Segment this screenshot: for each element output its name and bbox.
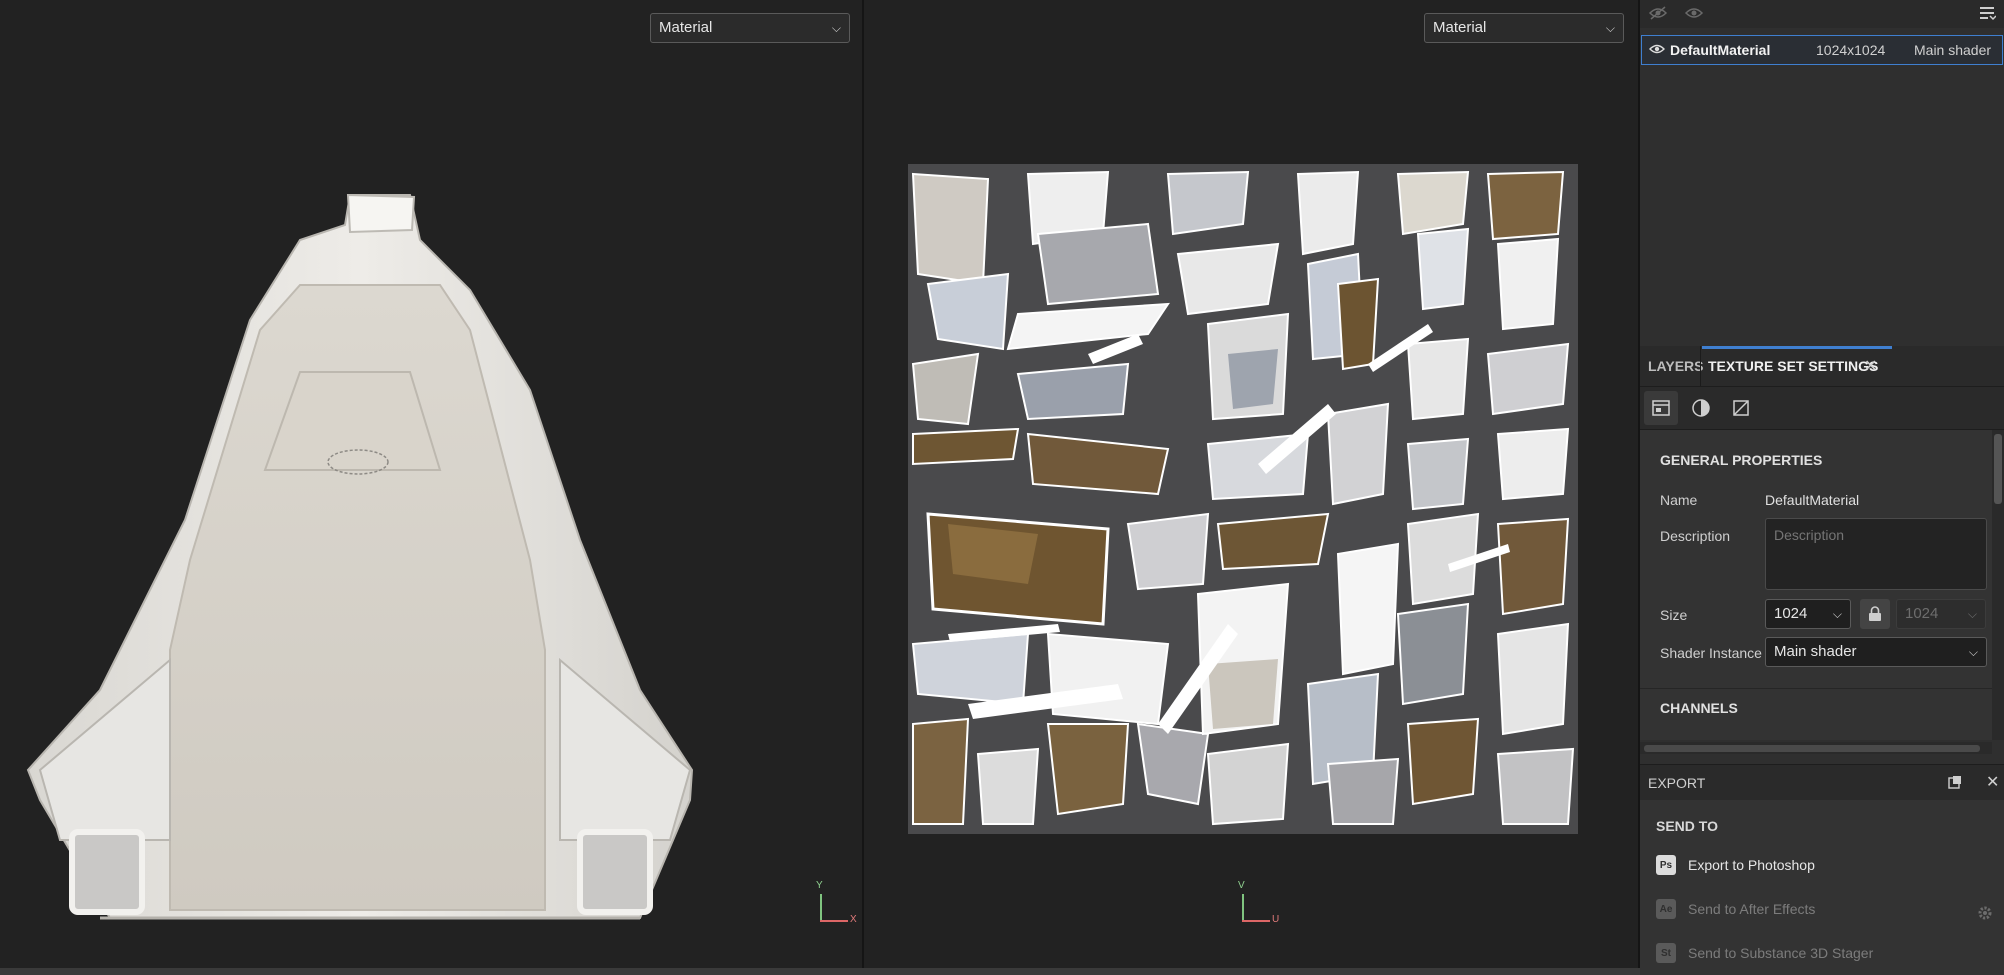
send-to-stager-item[interactable]: St Send to Substance 3D Stager bbox=[1654, 938, 1984, 968]
description-label: Description bbox=[1660, 528, 1731, 544]
u-axis-line bbox=[1242, 920, 1270, 922]
axis-gizmo: Y X bbox=[812, 880, 858, 934]
texture-set-name: DefaultMaterial bbox=[1670, 42, 1771, 58]
channels-title: CHANNELS bbox=[1660, 700, 1738, 716]
show-icon[interactable] bbox=[1684, 5, 1704, 21]
hide-icon[interactable] bbox=[1648, 5, 1668, 21]
size-select-value: 1024 bbox=[1774, 605, 1808, 622]
uv-crop-icon[interactable] bbox=[1724, 391, 1758, 425]
tab-layers[interactable]: LAYERS bbox=[1648, 346, 1704, 386]
settings-icon-bar bbox=[1640, 387, 2004, 430]
after-effects-icon: Ae bbox=[1656, 899, 1676, 919]
shader-instance-select[interactable]: Main shader ⌵ bbox=[1765, 637, 1987, 667]
list-menu-icon[interactable] bbox=[1978, 4, 1996, 22]
viewport-2d-mode-select[interactable]: Material ⌵ bbox=[1424, 13, 1624, 43]
export-title: EXPORT bbox=[1648, 775, 1706, 791]
lock-icon bbox=[1869, 606, 1881, 621]
texture-set-row[interactable]: DefaultMaterial 1024x1024 Main shader bbox=[1641, 35, 2003, 65]
y-axis-line bbox=[820, 894, 822, 922]
section-divider bbox=[1640, 688, 1992, 689]
size-label: Size bbox=[1660, 607, 1688, 623]
v-axis-label: V bbox=[1238, 880, 1245, 891]
send-to-stager-label: Send to Substance 3D Stager bbox=[1688, 945, 1874, 961]
photoshop-icon: Ps bbox=[1656, 855, 1676, 875]
x-axis-line bbox=[820, 920, 848, 922]
texture-set-toolbar bbox=[1640, 0, 2004, 28]
shader-instance-label: Shader Instance bbox=[1660, 645, 1762, 661]
properties-panel: GENERAL PROPERTIES Name DefaultMaterial … bbox=[1640, 430, 1992, 740]
uv-axis-gizmo: V U bbox=[1234, 880, 1280, 934]
u-axis-label: U bbox=[1272, 914, 1280, 925]
send-to-after-effects-item[interactable]: Ae Send to After Effects bbox=[1654, 894, 1984, 924]
viewport-3d-mode-select[interactable]: Material ⌵ bbox=[650, 13, 850, 43]
uv-texture-map bbox=[908, 164, 1578, 834]
general-properties-title: GENERAL PROPERTIES bbox=[1660, 452, 1823, 468]
size-select[interactable]: 1024 ⌵ bbox=[1765, 599, 1851, 629]
model-render bbox=[26, 193, 694, 920]
size-linked-value: 1024 bbox=[1905, 605, 1939, 622]
close-tab-icon[interactable]: ✕ bbox=[1864, 356, 1877, 376]
gear-icon[interactable] bbox=[1976, 904, 1994, 922]
tab-texture-set-settings[interactable]: TEXTURE SET SETTINGS bbox=[1708, 346, 1878, 386]
lock-aspect-button[interactable] bbox=[1860, 599, 1890, 629]
shader-instance-value: Main shader bbox=[1774, 643, 1857, 660]
export-to-photoshop-label: Export to Photoshop bbox=[1688, 857, 1815, 873]
viewport-status-bar bbox=[0, 968, 1640, 975]
texture-set-shader: Main shader bbox=[1914, 42, 1992, 58]
export-to-photoshop-item[interactable]: Ps Export to Photoshop bbox=[1654, 850, 1984, 880]
chevron-down-icon: ⌵ bbox=[1967, 607, 1977, 621]
send-to-label: SEND TO bbox=[1656, 818, 1718, 834]
x-axis-label: X bbox=[850, 914, 857, 925]
export-panel: SEND TO Ps Export to Photoshop Ae Send t… bbox=[1640, 800, 2004, 975]
viewport-3d-mode-value: Material bbox=[659, 19, 713, 36]
stager-icon: St bbox=[1656, 943, 1676, 963]
send-to-after-effects-label: Send to After Effects bbox=[1688, 901, 1816, 917]
chevron-down-icon: ⌵ bbox=[1605, 21, 1615, 35]
export-header: EXPORT ✕ bbox=[1640, 764, 2004, 801]
texture-set-resolution: 1024x1024 bbox=[1816, 42, 1886, 58]
properties-scroll-thumb[interactable] bbox=[1994, 434, 2002, 504]
viewport-3d[interactable]: Material ⌵ Y X bbox=[0, 0, 862, 968]
properties-hscroll-thumb[interactable] bbox=[1644, 745, 1980, 752]
tab-separator bbox=[1700, 346, 1701, 386]
size-linked-select: 1024 ⌵ bbox=[1896, 599, 1986, 629]
y-axis-label: Y bbox=[816, 880, 823, 891]
chevron-down-icon: ⌵ bbox=[1832, 607, 1842, 621]
v-axis-line bbox=[1242, 894, 1244, 922]
material-sphere-icon[interactable] bbox=[1684, 391, 1718, 425]
chevron-down-icon: ⌵ bbox=[1968, 645, 1978, 659]
description-field[interactable] bbox=[1765, 518, 1987, 590]
viewport-2d[interactable]: Material ⌵ V U bbox=[864, 0, 1638, 968]
name-label: Name bbox=[1660, 492, 1698, 508]
texture-set-settings-icon[interactable] bbox=[1644, 391, 1678, 425]
tab-bar: LAYERS TEXTURE SET SETTINGS ✕ bbox=[1640, 346, 2004, 387]
chevron-down-icon: ⌵ bbox=[831, 21, 841, 35]
visibility-eye-icon[interactable] bbox=[1648, 42, 1666, 56]
viewport-2d-mode-value: Material bbox=[1433, 19, 1487, 36]
close-export-icon[interactable]: ✕ bbox=[1986, 772, 1999, 792]
name-value: DefaultMaterial bbox=[1765, 492, 1860, 508]
popout-icon[interactable] bbox=[1948, 775, 1962, 789]
